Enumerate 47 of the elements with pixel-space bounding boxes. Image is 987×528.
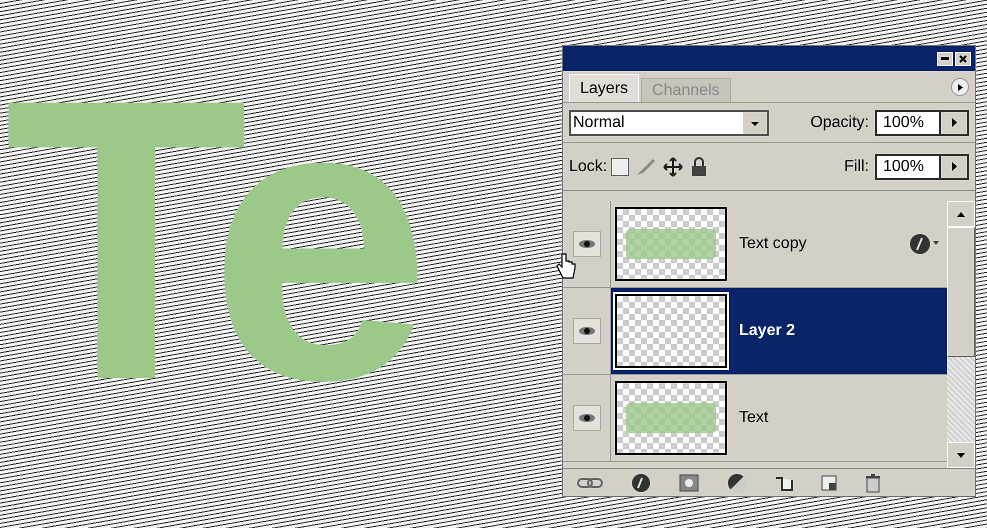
visibility-toggle[interactable] — [572, 405, 600, 431]
layer-row[interactable]: Text copy — [611, 201, 947, 287]
fill-field[interactable]: 100% — [875, 154, 941, 180]
close-icon — [959, 54, 967, 62]
opacity-label: Opacity: — [810, 112, 869, 132]
eye-icon — [578, 239, 596, 249]
hand-cursor-icon — [556, 252, 576, 280]
close-button[interactable] — [955, 52, 971, 66]
opacity-slider-button[interactable] — [941, 110, 969, 136]
scroll-down-button[interactable] — [947, 442, 975, 468]
up-arrow-icon — [957, 212, 965, 216]
layer-effects-icon[interactable] — [909, 233, 939, 255]
folder-icon[interactable] — [775, 474, 793, 490]
layer-name: Layer 2 — [739, 321, 796, 341]
link-icon[interactable] — [577, 478, 603, 488]
layer-row[interactable]: Text — [611, 375, 947, 461]
move-icon[interactable] — [663, 156, 684, 176]
adjustment-icon[interactable] — [727, 472, 747, 492]
eye-icon — [578, 413, 596, 423]
padlock-icon[interactable] — [691, 156, 708, 176]
layer-style-icon[interactable] — [631, 472, 651, 492]
new-layer-icon[interactable] — [821, 474, 837, 490]
layer-name: Text copy — [739, 234, 807, 254]
opacity-field[interactable]: 100% — [875, 110, 941, 136]
blend-mode-dropdown[interactable]: Normal — [569, 110, 769, 136]
fill-label: Fill: — [844, 156, 869, 176]
lock-transparency-button[interactable] — [611, 158, 630, 176]
layer-name: Text — [739, 408, 768, 428]
panel-tab[interactable]: Layers — [569, 74, 640, 102]
triangle-icon — [952, 162, 956, 171]
eye-icon — [578, 326, 596, 336]
panel-menu-button[interactable] — [951, 78, 969, 96]
visibility-toggle[interactable] — [572, 318, 600, 344]
scrollbar[interactable] — [947, 201, 975, 468]
minimize-icon — [941, 57, 949, 60]
visibility-toggle[interactable] — [572, 231, 600, 257]
layer-row[interactable]: Layer 2 — [611, 288, 947, 374]
minimize-button[interactable] — [937, 52, 953, 66]
down-arrow-icon — [957, 452, 965, 458]
mask-icon[interactable] — [679, 474, 699, 492]
lock-label: Lock: — [569, 156, 608, 176]
scroll-thumb[interactable] — [947, 227, 975, 357]
triangle-icon — [958, 84, 962, 90]
fill-slider-button[interactable] — [941, 154, 969, 180]
trash-icon[interactable] — [865, 472, 881, 492]
scroll-up-button[interactable] — [947, 201, 975, 227]
triangle-icon — [952, 118, 956, 127]
